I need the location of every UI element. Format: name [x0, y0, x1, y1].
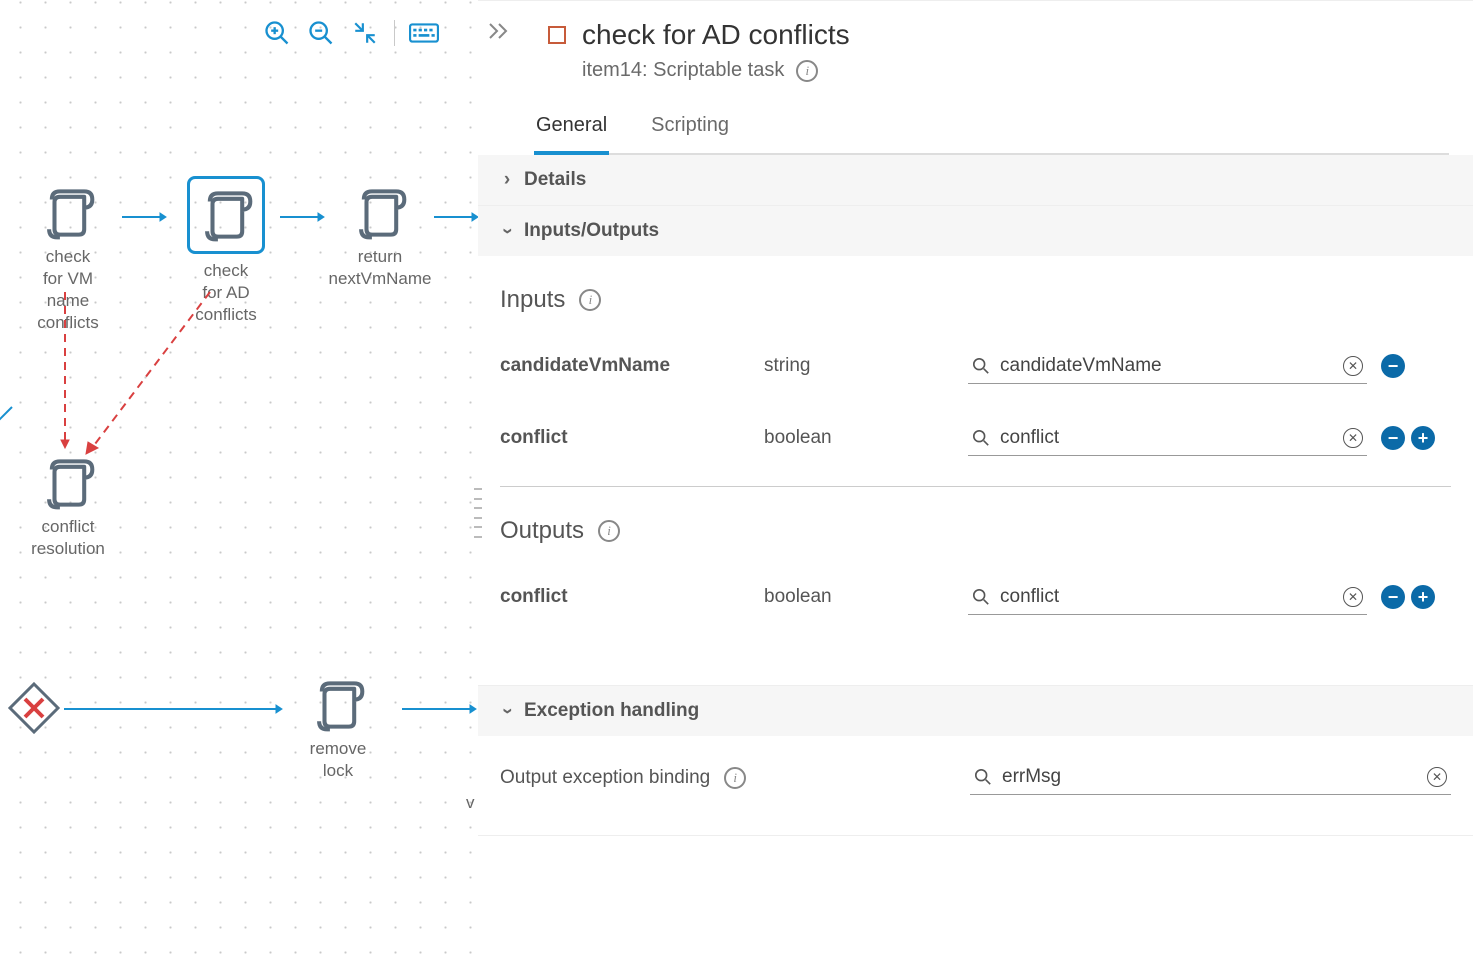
node-remove-lock[interactable]: remove lock — [288, 678, 388, 782]
toolbar-separator — [394, 20, 395, 46]
fit-to-screen-button[interactable] — [350, 18, 380, 48]
binding-input[interactable] — [1000, 427, 1343, 449]
param-name: candidateVmName — [500, 355, 750, 377]
outputs-heading: Outputs — [500, 517, 584, 545]
binding-input-wrap[interactable]: ✕ — [968, 580, 1367, 615]
node-conflict-resolution[interactable]: conflict resolution — [18, 456, 118, 560]
flow-arrow — [432, 210, 478, 228]
selection-box — [187, 176, 265, 254]
binding-input[interactable] — [1000, 355, 1343, 377]
task-type-icon — [548, 26, 566, 44]
panel-title-row: check for AD conflicts — [548, 19, 1449, 51]
clear-button[interactable]: ✕ — [1343, 356, 1363, 376]
param-type: boolean — [764, 427, 954, 449]
node-label: remove lock — [310, 738, 367, 782]
section-details: › Details — [478, 155, 1473, 206]
keyboard-icon — [409, 22, 439, 44]
panel-tabs: General Scripting — [534, 114, 1449, 155]
node-label: conflict resolution — [31, 516, 105, 560]
info-icon[interactable]: i — [579, 289, 601, 311]
chevron-down-icon: › — [496, 704, 518, 718]
panel-resize-handle[interactable] — [474, 488, 482, 538]
flow-arrow — [0, 405, 16, 428]
node-return-next-vm-name[interactable]: return nextVmName — [330, 186, 430, 290]
section-details-header[interactable]: › Details — [478, 155, 1473, 205]
exception-binding-label: Output exception binding — [500, 767, 710, 789]
exception-binding-input-wrap[interactable]: ✕ — [970, 760, 1451, 795]
binding-input[interactable] — [1000, 586, 1343, 608]
double-chevron-right-icon — [488, 22, 510, 40]
zoom-in-button[interactable] — [262, 18, 292, 48]
zoom-out-icon — [307, 19, 335, 47]
remove-param-button[interactable]: − — [1381, 426, 1405, 450]
properties-panel: check for AD conflicts item14: Scriptabl… — [478, 0, 1473, 975]
add-param-button[interactable]: + — [1411, 426, 1435, 450]
section-title: Details — [524, 169, 586, 191]
panel-subtitle: item14: Scriptable task — [582, 59, 784, 82]
add-param-button[interactable]: + — [1411, 585, 1435, 609]
binding-input-wrap[interactable]: ✕ — [968, 421, 1367, 456]
param-name: conflict — [500, 586, 750, 608]
collapse-panel-button[interactable] — [488, 22, 510, 46]
input-row: candidateVmName string ✕ − — [500, 342, 1451, 390]
scriptable-task-icon — [41, 186, 95, 240]
section-inputs-outputs: › Inputs/Outputs Inputs i candidateVmNam… — [478, 206, 1473, 686]
input-row: conflict boolean ✕ − + — [500, 414, 1451, 462]
search-icon — [972, 429, 990, 447]
param-name: conflict — [500, 427, 750, 449]
collapse-arrows-icon — [352, 20, 378, 46]
workflow-canvas[interactable]: check for VM name conflicts check for AD… — [0, 0, 478, 975]
zoom-in-icon — [263, 19, 291, 47]
remove-param-button[interactable]: − — [1381, 585, 1405, 609]
search-icon — [972, 588, 990, 606]
node-label: return nextVmName — [329, 246, 432, 290]
chevron-right-icon: › — [500, 169, 514, 191]
error-flow-arrow — [80, 290, 220, 465]
exception-binding-input[interactable] — [1002, 766, 1427, 788]
inputs-heading: Inputs — [500, 286, 565, 314]
canvas-toolbar — [262, 18, 439, 48]
binding-input-wrap[interactable]: ✕ — [968, 349, 1367, 384]
section-inputs-outputs-header[interactable]: › Inputs/Outputs — [478, 206, 1473, 256]
output-row: conflict boolean ✕ − + — [500, 573, 1451, 621]
info-icon[interactable]: i — [796, 60, 818, 82]
flow-arrow — [120, 210, 168, 228]
search-icon — [974, 768, 992, 786]
section-title: Inputs/Outputs — [524, 220, 659, 242]
keyboard-shortcuts-button[interactable] — [409, 18, 439, 48]
flow-arrow — [278, 210, 326, 228]
zoom-out-button[interactable] — [306, 18, 336, 48]
scriptable-task-icon — [311, 678, 365, 732]
search-icon — [972, 357, 990, 375]
clear-button[interactable]: ✕ — [1343, 587, 1363, 607]
flow-arrow — [62, 702, 284, 720]
section-exception-handling: › Exception handling Output exception bi… — [478, 686, 1473, 836]
separator — [500, 486, 1451, 487]
node-label-partial: v — [466, 792, 475, 814]
scriptable-task-icon — [199, 188, 253, 242]
param-type: boolean — [764, 586, 954, 608]
remove-param-button[interactable]: − — [1381, 354, 1405, 378]
error-flow-arrow — [57, 290, 73, 455]
decision-icon — [8, 682, 60, 734]
param-type: string — [764, 355, 954, 377]
section-title: Exception handling — [524, 700, 699, 722]
tab-general[interactable]: General — [534, 114, 609, 155]
scriptable-task-icon — [353, 186, 407, 240]
tab-scripting[interactable]: Scripting — [649, 114, 731, 153]
info-icon[interactable]: i — [724, 767, 746, 789]
section-exception-header[interactable]: › Exception handling — [478, 686, 1473, 736]
node-decision[interactable] — [8, 682, 60, 739]
clear-button[interactable]: ✕ — [1343, 428, 1363, 448]
clear-button[interactable]: ✕ — [1427, 767, 1447, 787]
info-icon[interactable]: i — [598, 520, 620, 542]
flow-arrow — [400, 702, 478, 720]
panel-title: check for AD conflicts — [582, 19, 850, 51]
chevron-down-icon: › — [496, 224, 518, 238]
